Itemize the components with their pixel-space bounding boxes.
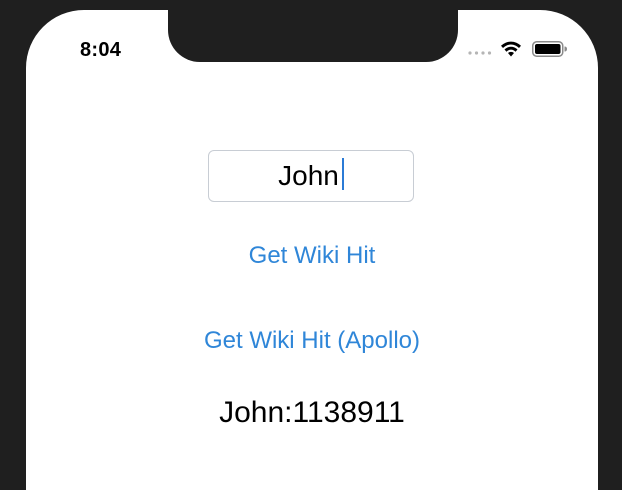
result-label: John:1138911 [219, 396, 405, 429]
wifi-icon [501, 41, 521, 57]
get-wiki-hit-button[interactable]: Get Wiki Hit [26, 242, 598, 270]
text-cursor [341, 158, 344, 190]
name-input-value: John [278, 160, 339, 191]
status-bar: 8:04 [26, 10, 598, 70]
battery-icon [532, 41, 567, 57]
phone-screen: 8:04 John Get Wiki Hit Get Wiki Hit (Apo… [26, 10, 598, 490]
status-time: 8:04 [80, 39, 122, 61]
get-wiki-hit-apollo-button[interactable]: Get Wiki Hit (Apollo) [26, 327, 598, 355]
device-frame: 8:04 John Get Wiki Hit Get Wiki Hit (Apo… [0, 0, 622, 490]
name-input[interactable]: John [208, 150, 414, 202]
cellular-signal-icon [468, 51, 492, 55]
